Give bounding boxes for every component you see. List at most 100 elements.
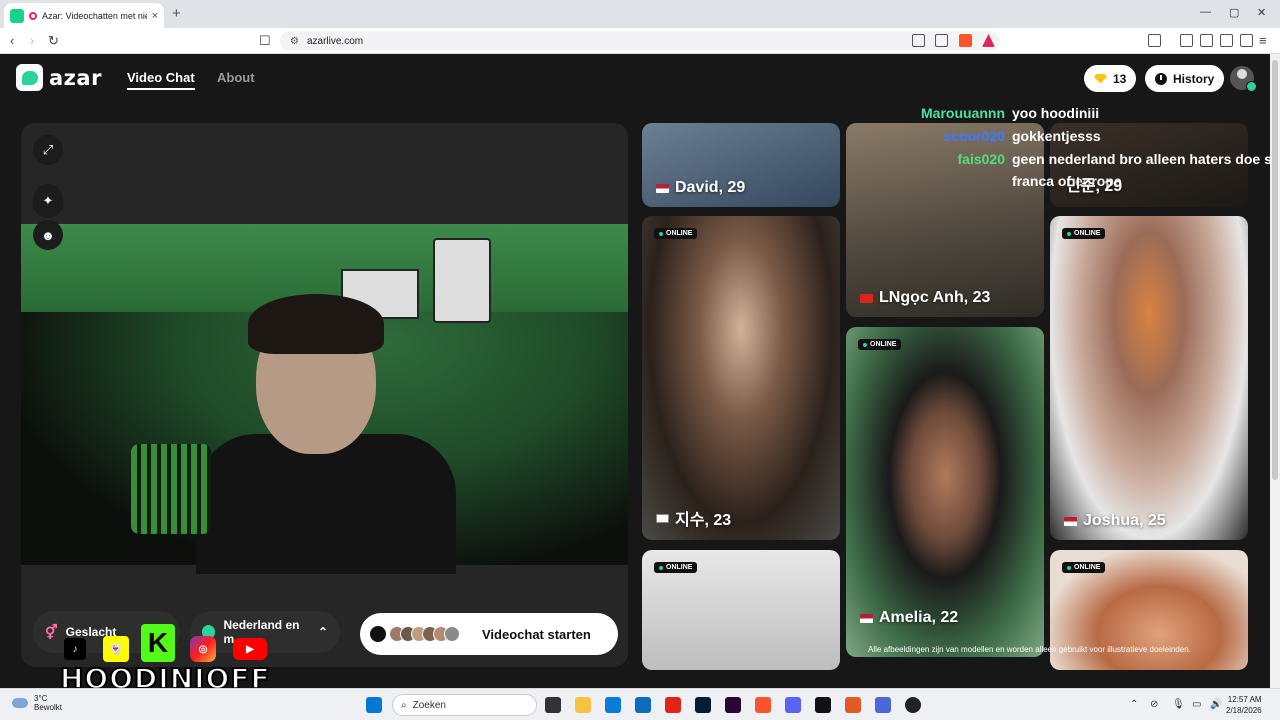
nav-about[interactable]: About <box>217 70 255 85</box>
azar-logo-icon <box>16 64 43 91</box>
menu-icon[interactable]: ≡ <box>1259 33 1267 48</box>
tray-chevron-icon[interactable]: ⌃ <box>1130 699 1138 710</box>
card-name-minjun: 민준, 29 <box>1066 178 1123 195</box>
leo-ai-icon[interactable] <box>1220 34 1233 47</box>
address-bar: ‹ › ↻ ☐ ⚙ azarlive.com ≡ <box>0 28 1280 54</box>
azar-logo[interactable]: azar <box>16 64 102 91</box>
url-text: azarlive.com <box>306 35 364 47</box>
network-off-icon[interactable]: ⊘ <box>1150 699 1158 710</box>
weather-temp: 3°C <box>34 694 48 703</box>
online-badge: ONLINE <box>654 228 698 239</box>
profile-card-snow[interactable]: ONLINE <box>642 550 840 670</box>
scrollbar-thumb[interactable] <box>1272 60 1278 480</box>
nav-video-chat[interactable]: Video Chat <box>127 70 195 90</box>
gems-button[interactable]: 13 <box>1084 65 1137 92</box>
fullscreen-button[interactable]: ⤢ <box>33 135 63 165</box>
volume-icon[interactable]: 🔊 <box>1210 699 1222 710</box>
wallet-icon[interactable] <box>1200 34 1213 47</box>
card-name: Amelia, 22 <box>860 609 958 627</box>
blender-icon[interactable] <box>845 697 861 713</box>
history-button[interactable]: History <box>1145 65 1225 92</box>
us-flag-icon <box>656 183 669 193</box>
close-window-button[interactable]: ✕ <box>1257 6 1266 19</box>
profile-card-jisu[interactable]: ONLINE 지수, 23 <box>642 216 840 540</box>
obs-icon[interactable] <box>905 697 921 713</box>
mini-avatar <box>444 626 460 642</box>
instagram-icon: ◎ <box>190 636 216 662</box>
chat-message: geen nederland bro alleen haters doe sh <box>1012 151 1270 167</box>
profile-card-david[interactable]: David, 29 <box>642 123 840 207</box>
weather-desc: Bewolkt <box>34 703 63 712</box>
taskbar-search[interactable]: ⌕ Zoeken <box>392 694 537 716</box>
profile-card-joshua[interactable]: ONLINE Joshua, 25 <box>1050 216 1248 540</box>
card-name: 지수, 23 <box>656 506 731 530</box>
sticker-button[interactable]: ☻ <box>33 220 63 250</box>
gender-icon: ⚥ <box>45 623 58 640</box>
tiktok-icon: ♪ <box>64 638 86 660</box>
search-placeholder: Zoeken <box>412 699 446 711</box>
acrobat-icon[interactable] <box>665 697 681 713</box>
card-name: LNgọc Anh, 23 <box>860 289 990 307</box>
microphone-icon[interactable]: 🎙 <box>1172 699 1185 710</box>
taskbar-clock[interactable]: 12:57 AM 2/18/2026 <box>1226 694 1262 716</box>
tab-close-icon[interactable]: × <box>152 10 158 22</box>
gems-count: 13 <box>1113 71 1127 86</box>
app-icon[interactable] <box>875 697 891 713</box>
camera-icon <box>370 626 386 642</box>
reload-icon[interactable]: ↻ <box>48 33 59 49</box>
avatar-stack <box>389 626 460 642</box>
online-badge: ONLINE <box>1062 228 1106 239</box>
chat-message: yoo hoodiniii <box>1012 105 1100 121</box>
webcam-feed <box>21 224 628 574</box>
gem-icon <box>1094 73 1107 84</box>
url-field[interactable]: ⚙ azarlive.com <box>280 31 1000 51</box>
weather-widget[interactable]: 3°C Bewolkt <box>12 694 62 712</box>
gallery-disclaimer: Alle afbeeldingen zijn van modellen en w… <box>868 645 1191 654</box>
snapchat-icon: 👻 <box>103 636 129 662</box>
outlook-icon[interactable] <box>635 697 651 713</box>
recording-icon <box>29 11 37 20</box>
store-icon[interactable] <box>605 697 621 713</box>
tab-title: Azar: Videochatten met nieuw <box>42 10 147 21</box>
azar-favicon-icon <box>10 8 24 23</box>
vn-flag-icon <box>860 293 873 303</box>
brave-icon[interactable] <box>755 697 771 713</box>
chat-username: Marouuannn <box>921 105 1005 121</box>
brave-shields-icon[interactable] <box>959 34 972 47</box>
kick-icon: K <box>141 624 175 662</box>
site-info-icon[interactable]: ⚙ <box>290 36 299 47</box>
beauty-filter-button[interactable]: ✦ <box>33 184 63 218</box>
epic-games-icon[interactable] <box>815 697 831 713</box>
premiere-icon[interactable] <box>725 697 741 713</box>
card-name: David, 29 <box>656 179 745 197</box>
extensions-icon[interactable] <box>1148 34 1161 47</box>
forward-icon[interactable]: › <box>30 33 34 48</box>
start-videochat-button[interactable]: Videochat starten <box>360 613 618 655</box>
bookmark-icon[interactable]: ☐ <box>259 33 271 49</box>
profile-card-amelia[interactable]: ONLINE Amelia, 22 <box>846 327 1044 657</box>
photoshop-icon[interactable] <box>695 697 711 713</box>
minimize-button[interactable]: — <box>1200 6 1211 18</box>
new-tab-button[interactable]: + <box>172 5 181 22</box>
youtube-icon: ▶ <box>233 638 267 660</box>
back-icon[interactable]: ‹ <box>10 33 14 48</box>
browser-tab[interactable]: Azar: Videochatten met nieuw × <box>4 3 164 28</box>
task-view-icon[interactable] <box>545 697 561 713</box>
vpn-icon[interactable] <box>1240 34 1253 47</box>
history-label: History <box>1173 71 1215 86</box>
card-name: Joshua, 25 <box>1064 512 1166 530</box>
cast-icon[interactable] <box>912 34 925 47</box>
windows-start-icon[interactable] <box>366 697 382 713</box>
page-scrollbar[interactable] <box>1270 54 1280 688</box>
us-flag-icon <box>1064 516 1077 526</box>
discord-icon[interactable] <box>785 697 801 713</box>
streamer-body <box>196 434 456 574</box>
us-flag-icon <box>860 613 873 623</box>
share-icon[interactable] <box>935 34 948 47</box>
display-icon[interactable]: ▭ <box>1192 699 1201 710</box>
maximize-button[interactable]: ▢ <box>1229 6 1239 19</box>
profile-avatar[interactable] <box>1230 66 1257 92</box>
gaming-chair <box>131 444 211 534</box>
sidebar-icon[interactable] <box>1180 34 1193 47</box>
file-explorer-icon[interactable] <box>575 697 591 713</box>
